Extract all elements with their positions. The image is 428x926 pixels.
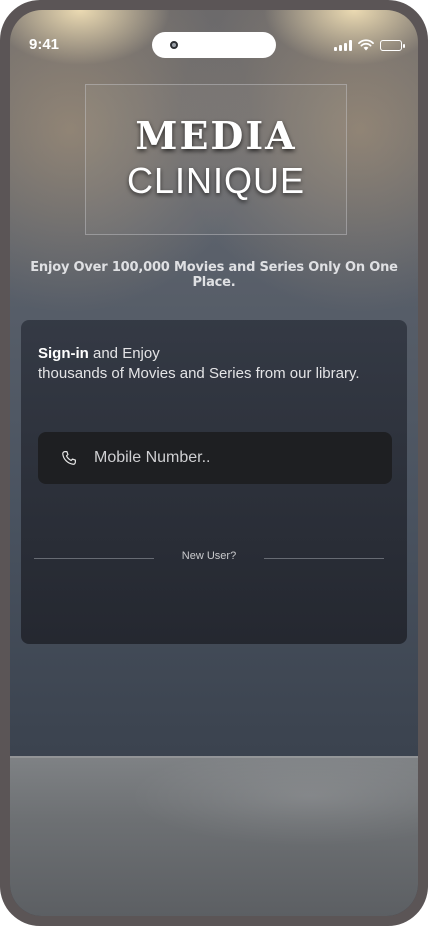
new-user-link[interactable]: New User? [154,550,264,562]
signal-icon [334,39,352,51]
signin-intro: Sign-in and Enjoy thousands of Movies an… [38,344,360,384]
background-floor [10,756,418,916]
mobile-number-field[interactable] [38,432,392,484]
new-user-divider: New User? [34,548,384,568]
divider-line-right [264,558,384,559]
brand-title-line2: CLINIQUE [126,160,306,201]
dynamic-island [152,32,276,58]
phone-device-frame: 9:41 MEDIA CLINIQUE Enjoy Over 100,000 M… [0,0,428,926]
wifi-icon [358,39,374,51]
brand-title-line1: MEDIA [135,113,297,158]
tagline: Enjoy Over 100,000 Movies and Series Onl… [30,260,398,290]
mobile-number-input[interactable] [94,432,392,484]
brand-logo: MEDIA CLINIQUE [85,84,347,235]
status-icons [334,39,405,51]
signin-intro-bold: Sign-in [38,345,89,362]
phone-icon [62,451,76,465]
divider-line-left [34,558,154,559]
status-time: 9:41 [29,36,60,53]
app-screen: 9:41 MEDIA CLINIQUE Enjoy Over 100,000 M… [10,10,418,916]
signin-intro-rest: and Enjoy [88,345,160,362]
status-bar: 9:41 [10,10,418,66]
camera-icon [170,41,178,49]
signin-card: Sign-in and Enjoy thousands of Movies an… [21,320,407,644]
signin-intro-line2: thousands of Movies and Series from our … [38,365,360,382]
battery-icon [380,39,405,51]
